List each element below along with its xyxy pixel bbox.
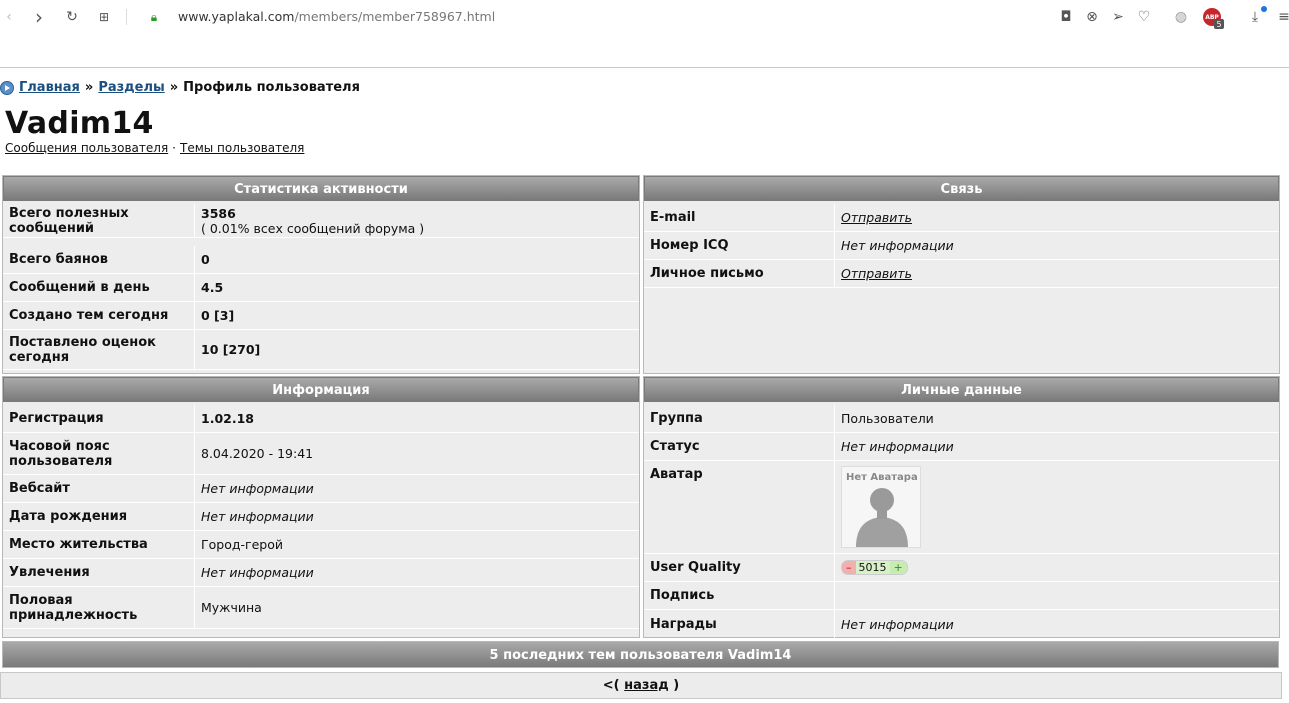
- user-posts-link[interactable]: Сообщения пользователя: [5, 141, 168, 155]
- breadcrumb-home-link[interactable]: Главная: [19, 80, 80, 95]
- last-topics-header: 5 последних тем пользователя Vadim14: [2, 641, 1279, 668]
- table-row: Сообщений в день 4.5: [3, 274, 639, 302]
- info-panel-header: Информация: [3, 377, 639, 402]
- back-link[interactable]: назад: [624, 678, 669, 693]
- block-icon[interactable]: ⊗: [1083, 8, 1101, 26]
- table-row: Номер ICQ Нет информации: [644, 232, 1279, 260]
- user-topics-link[interactable]: Темы пользователя: [180, 141, 304, 155]
- table-row: Поставлено оценок сегодня 10 [270]: [3, 330, 639, 370]
- quality-minus-button[interactable]: –: [842, 561, 856, 574]
- breadcrumb: Главная » Разделы » Профиль пользователя: [0, 79, 360, 95]
- back-icon[interactable]: ‹: [0, 8, 18, 26]
- avatar: Нет Аватара: [841, 466, 921, 548]
- table-row: Личное письмо Отправить: [644, 260, 1279, 288]
- breadcrumb-current: Профиль пользователя: [183, 79, 360, 95]
- table-row: Группа Пользователи: [644, 405, 1279, 433]
- personal-panel: Личные данные Группа Пользователи Статус…: [643, 376, 1280, 638]
- contact-panel-header: Связь: [644, 176, 1279, 201]
- table-row: Половая принадлежность Мужчина: [3, 587, 639, 629]
- user-quality-widget: – 5015 +: [841, 560, 908, 575]
- reload-icon[interactable]: ↻: [63, 8, 81, 26]
- forward-icon[interactable]: ›: [30, 5, 48, 29]
- quality-value: 5015: [855, 561, 890, 574]
- table-row: Дата рождения Нет информации: [3, 503, 639, 531]
- table-row: Награды Нет информации: [644, 610, 1279, 638]
- private-message-link[interactable]: Отправить: [841, 266, 912, 281]
- table-row: Место жительства Город-герой: [3, 531, 639, 559]
- page-title: Vadim14: [5, 106, 154, 141]
- camera-icon[interactable]: ◘: [1057, 8, 1075, 26]
- table-row: Регистрация 1.02.18: [3, 405, 639, 433]
- table-row: Всего полезных сообщений 3586( 0.01% все…: [3, 204, 639, 238]
- table-row: Создано тем сегодня 0 [3]: [3, 302, 639, 330]
- speed-dial-icon[interactable]: ⊞: [95, 8, 113, 26]
- back-bar: <( назад ): [0, 672, 1282, 699]
- table-row: User Quality – 5015 +: [644, 554, 1279, 582]
- download-indicator: [1261, 6, 1267, 12]
- table-row: Статус Нет информации: [644, 433, 1279, 461]
- table-row: Аватар Нет Аватара: [644, 461, 1279, 554]
- table-row: Подпись: [644, 582, 1279, 610]
- browser-toolbar: ‹ › ↻ ⊞ 🔒︎ www.yaplakal.com/members/memb…: [0, 0, 1289, 68]
- info-panel: Информация Регистрация 1.02.18 Часовой п…: [2, 376, 640, 638]
- globe-icon[interactable]: ◍: [1172, 8, 1190, 26]
- table-row: Увлечения Нет информации: [3, 559, 639, 587]
- heart-icon[interactable]: ♡: [1135, 8, 1153, 26]
- email-send-link[interactable]: Отправить: [841, 210, 912, 225]
- quality-plus-button[interactable]: +: [889, 561, 907, 574]
- adblock-count-badge: 5: [1214, 19, 1224, 29]
- contact-panel: Связь E-mail Отправить Номер ICQ Нет инф…: [643, 175, 1280, 374]
- toolbar-divider: [126, 9, 127, 25]
- send-icon[interactable]: ➢: [1109, 8, 1127, 26]
- table-row: Часовой пояс пользователя 8.04.2020 - 19…: [3, 433, 639, 475]
- personal-panel-header: Личные данные: [644, 377, 1279, 402]
- activity-panel: Статистика активности Всего полезных соо…: [2, 175, 640, 374]
- table-row: E-mail Отправить: [644, 204, 1279, 232]
- user-links: Сообщения пользователя · Темы пользователя: [5, 141, 305, 155]
- nav-bullet-icon: [0, 81, 14, 95]
- table-row: Всего баянов 0: [3, 246, 639, 274]
- avatar-placeholder-icon: [856, 488, 908, 547]
- activity-panel-header: Статистика активности: [3, 176, 639, 201]
- breadcrumb-sections-link[interactable]: Разделы: [98, 80, 164, 95]
- table-row: Вебсайт Нет информации: [3, 475, 639, 503]
- lock-icon[interactable]: 🔒︎: [145, 8, 163, 26]
- menu-icon[interactable]: ≡: [1275, 8, 1289, 26]
- address-bar[interactable]: www.yaplakal.com/members/member758967.ht…: [178, 9, 495, 24]
